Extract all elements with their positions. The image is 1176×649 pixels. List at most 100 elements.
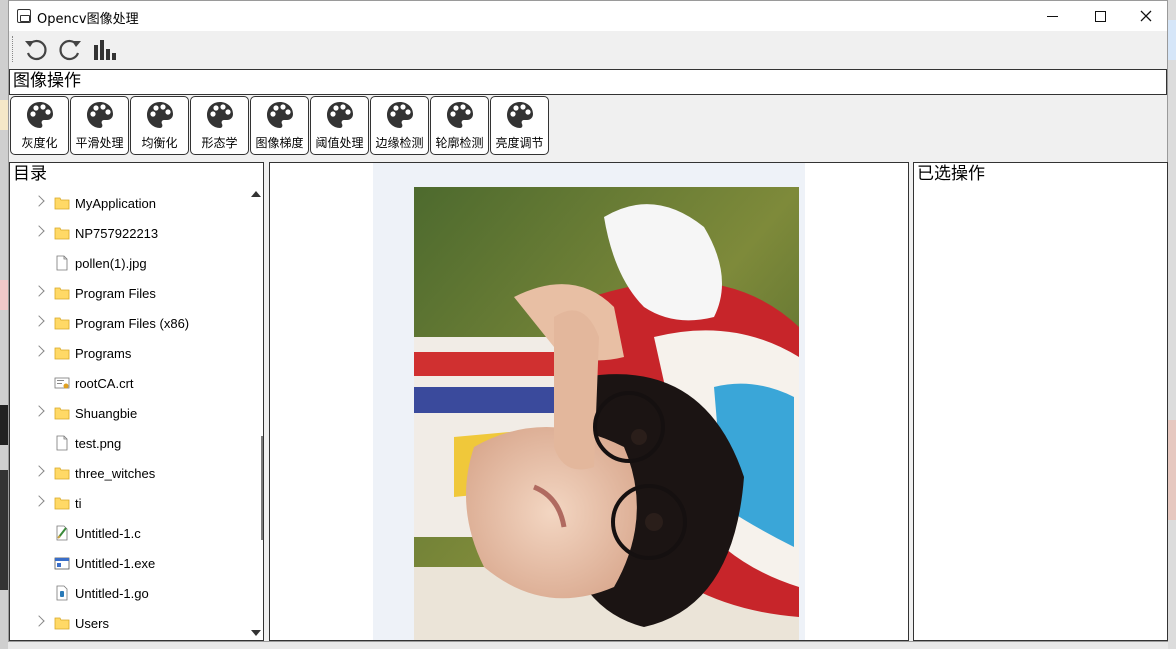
scroll-down-icon[interactable] [251,630,261,636]
source-file-icon [54,525,70,544]
bar-chart-icon [94,40,116,60]
folder-icon [54,405,70,424]
file-icon [54,435,70,454]
maximize-button[interactable] [1077,1,1123,31]
chevron-right-icon[interactable] [33,315,45,327]
op-label: 均衡化 [141,136,178,150]
palette-icon [385,100,415,133]
tree-item[interactable]: ti [10,488,250,518]
app-icon [17,9,31,23]
toolbar [9,31,1167,68]
folder-icon [54,495,70,514]
histogram-button[interactable] [89,35,119,65]
op-button-1[interactable]: 平滑处理 [70,96,129,155]
image-preview-panel [269,162,909,641]
palette-icon [25,100,55,133]
folder-icon [54,285,70,304]
op-button-3[interactable]: 形态学 [190,96,249,155]
folder-icon [54,345,70,364]
chevron-right-icon[interactable] [33,285,45,297]
executable-icon [54,555,70,574]
tree-item[interactable]: pollen(1).jpg [10,248,250,278]
op-label: 形态学 [201,136,238,150]
palette-icon [145,100,175,133]
chevron-right-icon[interactable] [33,195,45,207]
directory-tree[interactable]: Users Untitled-1.go Untitled-1.exe Untitled… [9,186,264,641]
tree-item-label: Untitled-1.exe [75,556,156,571]
tree-item-label: pollen(1).jpg [75,256,147,271]
op-label: 平滑处理 [75,136,124,150]
minimize-icon [1046,15,1058,17]
chevron-right-icon[interactable] [33,615,45,627]
tree-item[interactable]: Program Files (x86) [10,308,250,338]
tree-item[interactable]: MyApplication [10,188,250,218]
op-button-6[interactable]: 边缘检测 [370,96,429,155]
tree-item[interactable]: Shuangbie [10,398,250,428]
tree-item-label: Shuangbie [75,406,138,421]
palette-icon [265,100,295,133]
palette-icon [325,100,355,133]
selected-operations-list[interactable] [913,186,1168,641]
desktop-background-right [1168,0,1176,649]
operations-bar: 灰度化 平滑处理 均衡化 形态学 图像梯度 阈值处理 边缘检测 轮廓检测 亮度调节 [9,95,1167,157]
op-button-4[interactable]: 图像梯度 [250,96,309,155]
op-button-5[interactable]: 阈值处理 [310,96,369,155]
op-button-8[interactable]: 亮度调节 [490,96,549,155]
op-button-2[interactable]: 均衡化 [130,96,189,155]
tree-item-label: ti [75,496,82,511]
chevron-right-icon[interactable] [33,465,45,477]
op-label: 图像梯度 [255,136,304,150]
redo-icon [59,39,81,61]
chevron-right-icon[interactable] [33,405,45,417]
certificate-icon [54,375,70,394]
op-label: 亮度调节 [495,136,544,150]
op-button-7[interactable]: 轮廓检测 [430,96,489,155]
tree-item[interactable]: Untitled-1.go [10,578,250,608]
folder-icon [54,315,70,334]
maximize-icon [1094,10,1106,22]
op-button-0[interactable]: 灰度化 [10,96,69,155]
folder-icon [54,225,70,244]
preview-photo [414,187,799,640]
tree-item[interactable]: Programs [10,338,250,368]
operations-header: 图像操作 [9,69,1167,95]
tree-item[interactable]: Users [10,608,250,638]
chevron-right-icon[interactable] [33,495,45,507]
tree-item-label: test.png [75,436,122,451]
tree-item-label: Program Files (x86) [75,316,190,331]
palette-icon [505,100,535,133]
op-label: 边缘检测 [375,136,424,150]
tree-item-label: Programs [75,346,132,361]
close-icon [1140,10,1152,22]
tree-item-label: rootCA.crt [75,376,134,391]
tree-item[interactable]: NP757922213 [10,218,250,248]
op-label: 灰度化 [21,136,58,150]
tree-item[interactable]: Program Files [10,278,250,308]
undo-button[interactable] [21,35,51,65]
tree-item[interactable]: Untitled-1.exe [10,548,250,578]
palette-icon [445,100,475,133]
redo-button[interactable] [55,35,85,65]
close-button[interactable] [1123,1,1169,31]
chevron-right-icon[interactable] [33,225,45,237]
directory-header: 目录 [9,162,264,187]
tree-item[interactable]: Untitled-1.c [10,518,250,548]
tree-item[interactable]: rootCA.crt [10,368,250,398]
scroll-thumb[interactable] [261,436,263,540]
app-window: Opencv图像处理 图像操作 灰度化 平滑处理 均衡化 形态学 图像梯度 阈值… [8,0,1168,642]
tree-item[interactable]: test.png [10,428,250,458]
palette-icon [205,100,235,133]
minimize-button[interactable] [1029,1,1075,31]
op-label: 阈值处理 [315,136,364,150]
tree-item-label: MyApplication [75,196,156,211]
chevron-right-icon[interactable] [33,345,45,357]
palette-icon [85,100,115,133]
tree-scrollbar[interactable] [247,186,263,640]
op-label: 轮廓检测 [435,136,484,150]
tree-item-label: three_witches [75,466,156,481]
tree-item[interactable]: three_witches [10,458,250,488]
tree-item-label: Users [75,616,109,631]
toolbar-grip[interactable] [12,36,15,62]
scroll-up-icon[interactable] [251,191,261,197]
title-bar[interactable]: Opencv图像处理 [9,1,1167,31]
